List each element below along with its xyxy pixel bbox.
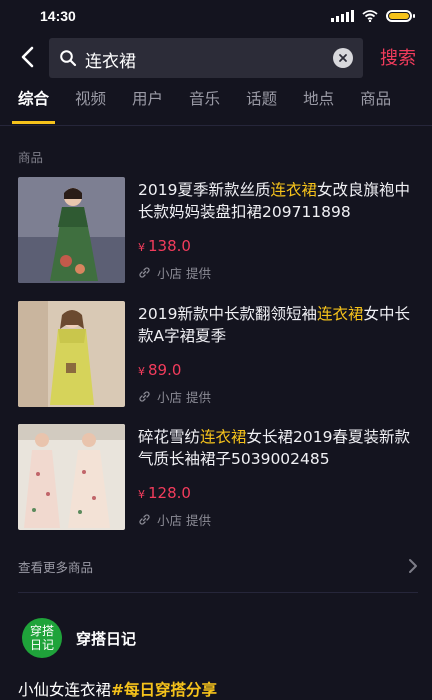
tab-all[interactable]: 综合	[11, 86, 56, 126]
search-input[interactable]: 连衣裙	[49, 38, 363, 78]
chevron-right-icon	[409, 559, 417, 573]
keyword-highlight: 连衣裙	[200, 428, 247, 446]
tab-videos[interactable]: 视频	[75, 86, 106, 126]
product-card[interactable]: 碎花雪纺连衣裙女长裙2019春夏装新款气质长袖裙子5039002485 ¥128…	[18, 424, 418, 530]
product-source: 小店 提供	[138, 263, 211, 282]
avatar[interactable]: 穿搭 日记	[22, 618, 62, 658]
status-icons	[331, 10, 415, 22]
product-price: ¥138.0	[138, 237, 191, 255]
product-title: 2019夏季新款丝质连衣裙女改良旗袍中长款妈妈装盘扣裙209711898	[138, 181, 410, 221]
hashtag-link[interactable]: #每日穿搭分享	[111, 681, 217, 699]
chevron-left-icon	[21, 46, 34, 68]
search-button[interactable]: 搜索	[380, 44, 416, 70]
product-card[interactable]: 2019新款中长款翻领短袖连衣裙女中长款A字裙夏季 ¥89.0 小店 提供	[18, 301, 418, 407]
keyword-highlight: 连衣裙	[316, 305, 364, 323]
video-title[interactable]: 小仙女连衣裙#每日穿搭分享	[18, 678, 217, 700]
tab-users[interactable]: 用户	[132, 86, 163, 126]
wifi-icon	[362, 10, 378, 22]
tab-music[interactable]: 音乐	[189, 86, 220, 126]
status-bar: 14:30	[0, 0, 432, 32]
search-header: 连衣裙 搜索	[0, 36, 432, 80]
product-title: 碎花雪纺连衣裙女长裙2019春夏装新款气质长袖裙子5039002485	[138, 428, 410, 468]
product-source: 小店 提供	[138, 510, 211, 529]
category-tabs: 综合 视频 用户 音乐 话题 地点 商品	[0, 86, 432, 126]
search-icon	[60, 50, 77, 67]
search-query: 连衣裙	[85, 52, 136, 72]
product-image	[18, 177, 125, 283]
tab-products[interactable]: 商品	[360, 86, 391, 126]
back-button[interactable]	[14, 44, 40, 70]
status-time: 14:30	[40, 8, 76, 24]
product-price: ¥89.0	[138, 361, 182, 379]
link-icon	[139, 514, 150, 525]
link-icon	[139, 391, 150, 402]
product-price: ¥128.0	[138, 484, 191, 502]
signal-icon	[331, 10, 354, 22]
keyword-highlight: 连衣裙	[270, 181, 317, 199]
tab-topics[interactable]: 话题	[246, 86, 277, 126]
more-products-link[interactable]: 查看更多商品	[18, 553, 418, 579]
account-row[interactable]: 穿搭 日记 穿搭日记	[18, 616, 318, 660]
clear-search-button[interactable]	[333, 48, 353, 68]
section-label-products: 商品	[18, 150, 44, 165]
more-products-label: 查看更多商品	[18, 559, 94, 575]
product-title: 2019新款中长款翻领短袖连衣裙女中长款A字裙夏季	[138, 305, 410, 345]
divider	[18, 592, 418, 593]
tab-places[interactable]: 地点	[303, 86, 334, 126]
product-image	[18, 301, 125, 407]
product-source: 小店 提供	[138, 387, 211, 406]
product-card[interactable]: 2019夏季新款丝质连衣裙女改良旗袍中长款妈妈装盘扣裙209711898 ¥13…	[18, 177, 418, 283]
product-image	[18, 424, 125, 530]
close-icon	[339, 54, 347, 62]
account-name: 穿搭日记	[76, 630, 137, 648]
link-icon	[139, 267, 150, 278]
battery-icon	[386, 10, 415, 22]
